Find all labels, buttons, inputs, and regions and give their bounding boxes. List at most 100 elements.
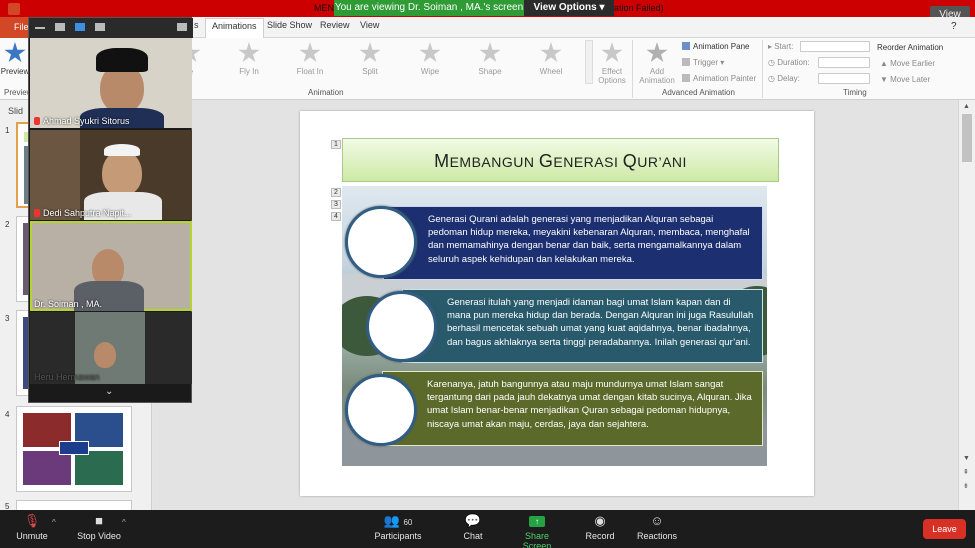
scroll-up-icon[interactable]: ▲: [963, 103, 970, 110]
unmute-label: Unmute: [16, 531, 48, 541]
reactions-button[interactable]: ☺ Reactions: [637, 514, 677, 542]
advanced-group-label: Advanced Animation: [662, 88, 735, 97]
next-slide-icon[interactable]: ⇟: [963, 482, 969, 490]
chat-icon: 💬: [464, 513, 482, 528]
effect-options-button[interactable]: Effect Options: [594, 42, 630, 85]
text-box-3[interactable]: Karenanya, jatuh bangunnya atau maju mun…: [382, 371, 763, 446]
tab-review[interactable]: Review: [320, 20, 350, 30]
powerpoint-app-icon: [8, 3, 20, 15]
file-tab[interactable]: File: [0, 17, 30, 38]
minimize-icon[interactable]: [35, 27, 45, 29]
share-screen-icon: ↑: [529, 516, 545, 527]
share-screen-button[interactable]: ↑ Share Screen: [510, 514, 564, 548]
record-button[interactable]: ◉ Record: [584, 514, 616, 542]
participant-name: Ahmad Syukri Sitorus: [34, 116, 130, 126]
chat-button[interactable]: 💬 Chat: [459, 513, 487, 542]
stop-video-label: Stop Video: [77, 531, 121, 541]
slides-pane-label: Slid: [8, 106, 24, 116]
animation-painter-label: Animation Painter: [693, 74, 757, 83]
effect-options-icon: [601, 42, 623, 63]
unmute-button[interactable]: 🎙 Unmute: [14, 514, 50, 542]
video-tile[interactable]: Ahmad Syukri Sitorus: [30, 38, 192, 128]
slide-thumbnail-4[interactable]: [16, 406, 132, 492]
title-part: EMBANGUN: [449, 154, 539, 170]
video-panel[interactable]: Ahmad Syukri Sitorus Dedi Sahputra Napit…: [28, 17, 193, 403]
anim-fly-in[interactable]: Fly In: [221, 42, 277, 84]
delay-field[interactable]: [818, 73, 870, 84]
stop-video-button[interactable]: ■ Stop Video: [76, 514, 122, 542]
thumb-quad-4: [75, 451, 123, 485]
scroll-down-icon[interactable]: ▼: [963, 455, 970, 462]
anim-shape[interactable]: Shape: [462, 42, 518, 84]
text-box-1[interactable]: Generasi Qurani adalah generasi yang men…: [383, 206, 763, 280]
add-animation-button[interactable]: Add Animation: [635, 42, 679, 85]
chat-label: Chat: [463, 531, 483, 541]
participant-name: Dedi Sahputra Napit...: [34, 208, 132, 218]
animation-tag[interactable]: 2: [331, 188, 341, 197]
move-later-button[interactable]: ▼ Move Later: [880, 75, 930, 84]
anim-split[interactable]: Split: [342, 42, 398, 84]
gallery-view-icon[interactable]: [95, 23, 105, 31]
tab-slide-show[interactable]: Slide Show: [267, 20, 312, 30]
start-field[interactable]: [800, 41, 870, 52]
delay-label: ◷ Delay:: [768, 74, 800, 83]
video-tile-active-speaker[interactable]: Dr. Soiman , MA.: [30, 221, 192, 311]
duration-field[interactable]: [818, 57, 870, 68]
reorder-label: Reorder Animation: [877, 43, 944, 52]
text-box-2[interactable]: Generasi itulah yang menjadi idaman bagi…: [402, 289, 763, 363]
thumb-number: 2: [5, 220, 10, 229]
circle-shape-3[interactable]: [345, 374, 417, 446]
preview-button[interactable]: Preview: [0, 42, 30, 84]
title-part: G: [538, 151, 554, 171]
animation-tag[interactable]: 1: [331, 140, 341, 149]
anim-float-in[interactable]: Float In: [282, 42, 338, 84]
trigger-button[interactable]: Trigger ▾: [682, 58, 724, 67]
animation-tag[interactable]: 3: [331, 200, 341, 209]
start-label: ▸ Start:: [768, 42, 794, 51]
participants-label: Participants: [374, 531, 422, 541]
animation-pane-button[interactable]: Animation Pane: [682, 42, 749, 51]
zoom-toolbar: 🎙 Unmute ^ ■ Stop Video ^ 👥 60 Participa…: [0, 510, 975, 548]
animation-painter-button[interactable]: Animation Painter: [682, 74, 756, 83]
video-options-chevron-icon[interactable]: ^: [122, 518, 126, 527]
participants-button[interactable]: 👥 60 Participants: [373, 514, 423, 542]
leave-button[interactable]: Leave: [923, 519, 966, 539]
animation-tag[interactable]: 4: [331, 212, 341, 221]
tab-transitions[interactable]: s: [194, 20, 199, 30]
speaker-view-icon[interactable]: [55, 23, 65, 31]
participant-name-text: Dedi Sahputra Napit...: [43, 208, 132, 218]
strip-view-icon[interactable]: [75, 23, 85, 31]
animation-painter-icon: [682, 74, 690, 82]
duration-text: Duration:: [777, 58, 810, 67]
audio-options-chevron-icon[interactable]: ^: [52, 518, 56, 527]
anim-wheel[interactable]: Wheel: [523, 42, 579, 84]
gallery-scroll[interactable]: [585, 40, 593, 84]
record-label: Record: [585, 531, 615, 541]
thumb-number: 3: [5, 314, 10, 323]
duration-label: ◷ Duration:: [768, 58, 810, 67]
title-part: UR’ANI: [637, 154, 687, 170]
collapse-chevron-icon[interactable]: ⌄: [105, 386, 113, 397]
anim-label: Wipe: [420, 67, 440, 76]
anim-label: Fly In: [239, 67, 259, 76]
tab-animations[interactable]: Animations: [205, 18, 264, 38]
slide-title[interactable]: MEMBANGUN GENERASI QUR’ANI: [342, 138, 779, 182]
participant-face: [94, 342, 116, 368]
scroll-thumb[interactable]: [962, 114, 972, 162]
window-title-left: MEN: [314, 3, 334, 13]
video-tile[interactable]: Heru Hermawan: [30, 312, 192, 384]
move-earlier-button[interactable]: ▲ Move Earlier: [880, 59, 935, 68]
circle-shape-2[interactable]: [366, 291, 437, 362]
vertical-scrollbar[interactable]: ▲ ▼ ⇞ ⇟: [958, 100, 975, 510]
circle-shape-1[interactable]: [345, 206, 417, 278]
prev-slide-icon[interactable]: ⇞: [963, 468, 969, 476]
muted-mic-icon: [34, 117, 40, 125]
tab-view[interactable]: View: [360, 20, 379, 30]
view-options-button[interactable]: View Options ▾: [524, 0, 614, 16]
help-icon[interactable]: ?: [951, 21, 957, 32]
panel-options-icon[interactable]: [177, 23, 187, 31]
window-title-right: ation Failed): [614, 3, 664, 13]
move-earlier-label: Move Earlier: [890, 59, 936, 68]
anim-wipe[interactable]: Wipe: [402, 42, 458, 84]
video-tile[interactable]: Dedi Sahputra Napit...: [30, 130, 192, 220]
